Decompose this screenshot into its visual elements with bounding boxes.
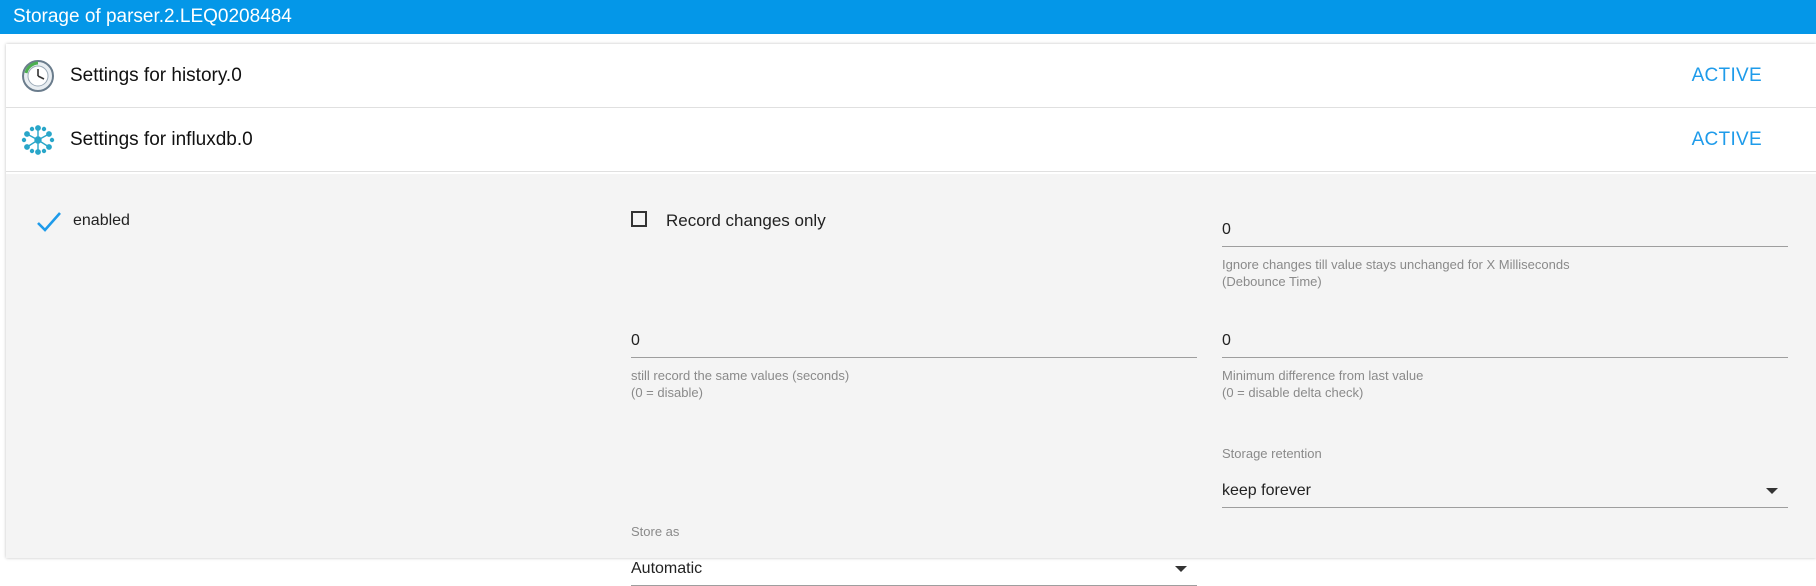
- store-as-field: Store as Automatic: [631, 524, 1197, 586]
- debounce-help: Ignore changes till value stays unchange…: [1222, 257, 1570, 289]
- store-as-caption: Store as: [631, 524, 680, 539]
- chevron-down-icon: [1766, 488, 1778, 494]
- instance-label: Settings for influxdb.0: [70, 129, 253, 150]
- instance-row-influxdb[interactable]: Settings for influxdb.0 ACTIVE: [6, 108, 1816, 172]
- influxdb-icon: [21, 125, 55, 155]
- same-values-field: 0 still record the same values (seconds)…: [631, 325, 1197, 401]
- retention-caption: Storage retention: [1222, 446, 1322, 461]
- record-changes-label: Record changes only: [666, 211, 826, 230]
- min-diff-help: Minimum difference from last value (0 = …: [1222, 368, 1424, 400]
- same-values-input[interactable]: 0: [631, 325, 1197, 358]
- storage-panel: Settings for history.0 ACTIVE Settings f…: [6, 44, 1816, 586]
- instance-status: ACTIVE: [1691, 129, 1762, 150]
- instance-row-history[interactable]: Settings for history.0 ACTIVE: [6, 44, 1816, 108]
- retention-field: Storage retention keep forever: [1222, 446, 1788, 508]
- enabled-label: enabled: [73, 212, 130, 229]
- min-diff-input[interactable]: 0: [1222, 325, 1788, 358]
- debounce-field: 0 Ignore changes till value stays unchan…: [1222, 214, 1788, 290]
- retention-select[interactable]: keep forever: [1222, 475, 1788, 508]
- min-diff-field: 0 Minimum difference from last value (0 …: [1222, 325, 1788, 401]
- dialog-title: Storage of parser.2.LEQ0208484: [13, 6, 292, 27]
- instance-label: Settings for history.0: [70, 65, 242, 86]
- influxdb-settings-form: enabled Record changes only 0 Ignore cha…: [6, 174, 1816, 586]
- chevron-down-icon: [1175, 566, 1187, 572]
- debounce-input[interactable]: 0: [1222, 214, 1788, 247]
- enabled-checkmark-icon[interactable]: [35, 208, 63, 236]
- instance-status: ACTIVE: [1691, 65, 1762, 86]
- record-changes-checkbox[interactable]: [631, 211, 647, 227]
- same-values-help: still record the same values (seconds) (…: [631, 368, 850, 400]
- dialog-title-bar: Storage of parser.2.LEQ0208484: [0, 0, 1816, 34]
- history-clock-icon: [22, 60, 54, 92]
